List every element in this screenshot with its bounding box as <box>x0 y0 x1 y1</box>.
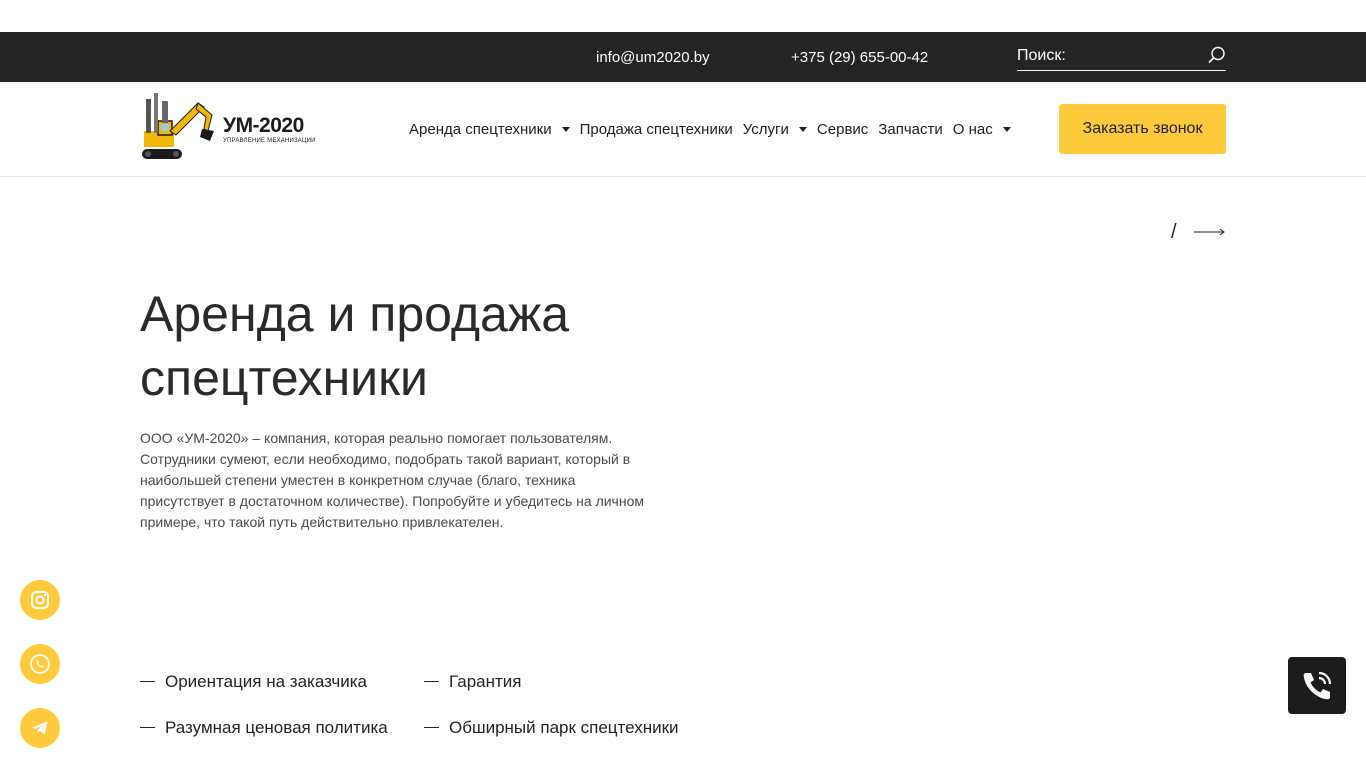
call-button[interactable] <box>1288 657 1346 714</box>
top-bar: info@um2020.by +375 (29) 655-00-42 <box>0 32 1366 82</box>
feature-label: Разумная ценовая политика <box>165 718 388 737</box>
nav-item-about[interactable]: О нас <box>953 121 1011 138</box>
main-header: УМ-2020 УПРАВЛЕНИЕ МЕХАНИЗАЦИИ Аренда сп… <box>0 82 1366 177</box>
hero-title-line1: Аренда и продажа <box>140 286 570 342</box>
nav-item-label: Продажа спецтехники <box>579 121 733 138</box>
hero-title-line2: спецтехники <box>140 350 428 406</box>
search-input[interactable] <box>1017 45 1202 67</box>
viber-icon <box>30 654 50 674</box>
caret-down-icon <box>1002 127 1011 132</box>
slider-separator: / <box>1171 220 1177 243</box>
search-icon[interactable] <box>1208 46 1226 64</box>
nav-item-services[interactable]: Услуги <box>743 121 807 138</box>
nav-item-service[interactable]: Сервис <box>817 121 868 138</box>
logo[interactable]: УМ-2020 УПРАВЛЕНИЕ МЕХАНИЗАЦИИ <box>140 91 315 163</box>
feature-item: Разумная ценовая политика <box>140 718 388 738</box>
order-call-button[interactable]: Заказать звонок <box>1059 104 1226 154</box>
logo-text: УМ-2020 <box>223 114 304 137</box>
nav-item-label: Услуги <box>742 121 789 138</box>
slider-controls: / <box>1171 220 1225 244</box>
instagram-icon <box>31 591 49 609</box>
arrow-right-icon[interactable] <box>1193 227 1225 237</box>
telegram-icon <box>32 721 48 735</box>
caret-down-icon <box>561 127 570 132</box>
phone-link[interactable]: +375 (29) 655-00-42 <box>791 49 928 66</box>
nav-item-label: Сервис <box>816 121 869 138</box>
feature-label: Ориентация на заказчика <box>165 672 367 691</box>
hero-title: Аренда и продажа спецтехники <box>140 282 740 410</box>
dash-icon <box>424 727 439 729</box>
excavator-logo-icon <box>142 93 214 159</box>
search-box <box>1017 42 1226 71</box>
feature-item: Ориентация на заказчика <box>140 672 367 692</box>
hero-description: ООО «УМ-2020» – компания, которая реальн… <box>140 430 644 530</box>
nav-item-sale[interactable]: Продажа спецтехники <box>580 121 733 138</box>
feature-item: Гарантия <box>424 672 522 692</box>
dash-icon <box>140 681 155 683</box>
nav-item-label: Аренда спецтехники <box>409 121 552 138</box>
instagram-button[interactable] <box>20 580 60 620</box>
dash-icon <box>424 681 439 683</box>
feature-label: Гарантия <box>449 672 522 691</box>
feature-label: Обширный парк спецтехники <box>449 718 679 737</box>
telegram-button[interactable] <box>20 708 60 748</box>
main-nav: Аренда спецтехники Продажа спецтехники У… <box>409 121 1021 138</box>
nav-item-rent[interactable]: Аренда спецтехники <box>409 121 570 138</box>
dash-icon <box>140 727 155 729</box>
caret-down-icon <box>798 127 807 132</box>
phone-icon <box>1303 671 1332 699</box>
feature-item: Обширный парк спецтехники <box>424 718 679 738</box>
nav-item-label: О нас <box>952 121 993 138</box>
nav-item-label: Запчасти <box>878 121 943 138</box>
email-link[interactable]: info@um2020.by <box>596 49 710 66</box>
viber-button[interactable] <box>20 644 60 684</box>
logo-subtitle: УПРАВЛЕНИЕ МЕХАНИЗАЦИИ <box>223 138 316 144</box>
nav-item-parts[interactable]: Запчасти <box>878 121 942 138</box>
